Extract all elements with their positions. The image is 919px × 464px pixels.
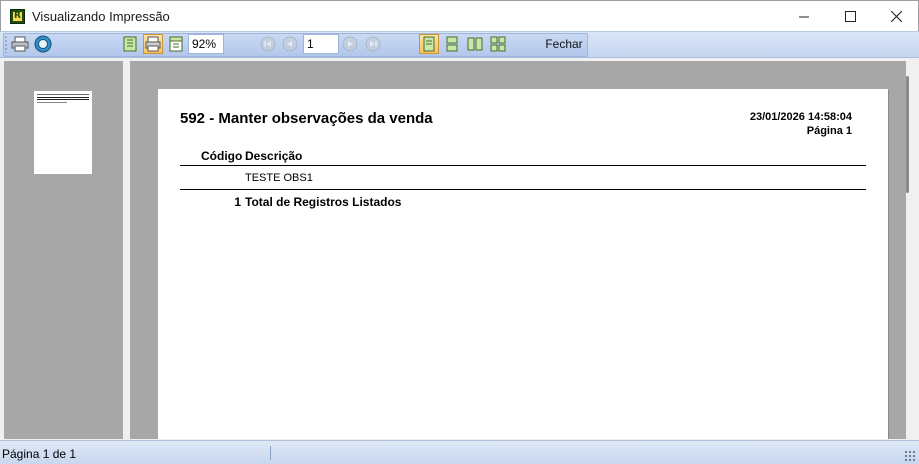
report-datetime: 23/01/2026 14:58:04	[749, 111, 852, 123]
status-separator	[270, 446, 271, 460]
print-preview-button[interactable]	[143, 34, 163, 54]
column-header-codigo: Código	[201, 149, 243, 163]
four-page-icon	[490, 36, 506, 52]
window-title: Visualizando Impressão	[32, 9, 170, 24]
report-page: 592 - Manter observações da venda 23/01/…	[158, 89, 888, 439]
report-page-number: Página 1	[806, 125, 852, 137]
page-number-input[interactable]: 1	[303, 34, 339, 54]
next-page-button[interactable]	[340, 34, 360, 54]
toolbar-grip[interactable]	[5, 35, 7, 53]
close-button[interactable]	[873, 1, 919, 32]
scrollbar-thumb[interactable]	[906, 76, 909, 193]
resize-grip[interactable]	[904, 450, 916, 462]
page-view-button[interactable]	[120, 34, 140, 54]
total-label: Total de Registros Listados	[245, 195, 402, 209]
title-bar: R Visualizando Impressão	[0, 0, 919, 31]
two-page-horizontal-button[interactable]	[465, 34, 485, 54]
app-logo-icon: R	[10, 9, 25, 24]
total-count: 1	[234, 195, 241, 209]
two-page-horizontal-icon	[467, 37, 483, 51]
total-rule	[180, 189, 866, 190]
page-width-icon	[169, 36, 183, 52]
last-page-icon	[365, 36, 381, 52]
column-header-descricao: Descrição	[245, 149, 303, 163]
report-title: 592 - Manter observações da venda	[180, 110, 433, 127]
table-row-descricao: TESTE OBS1	[245, 172, 313, 184]
minimize-button[interactable]	[781, 1, 827, 32]
maximize-icon	[844, 11, 856, 22]
thumb-title-line	[37, 94, 89, 95]
page-width-button[interactable]	[166, 34, 186, 54]
thumb-rule	[37, 99, 89, 100]
two-page-vertical-icon	[446, 36, 458, 52]
printer-icon	[11, 36, 29, 52]
maximize-button[interactable]	[827, 1, 873, 32]
fechar-button[interactable]: Fechar	[541, 34, 587, 54]
close-icon	[890, 11, 902, 22]
status-page-info: Página 1 de 1	[2, 447, 77, 461]
export-button[interactable]	[33, 34, 53, 54]
single-page-icon	[423, 36, 435, 52]
single-page-button[interactable]	[419, 34, 439, 54]
header-rule	[180, 165, 866, 166]
print-button[interactable]	[10, 34, 30, 54]
preview-area[interactable]: 592 - Manter observações da venda 23/01/…	[130, 61, 906, 439]
prev-page-button[interactable]	[280, 34, 300, 54]
last-page-button[interactable]	[363, 34, 383, 54]
four-page-button[interactable]	[488, 34, 508, 54]
first-page-icon	[260, 36, 276, 52]
thumb-rule	[37, 97, 89, 98]
minimize-icon	[798, 16, 809, 18]
two-page-vertical-button[interactable]	[442, 34, 462, 54]
zoom-input[interactable]: 92%	[188, 34, 224, 54]
next-page-icon	[342, 36, 358, 52]
prev-page-icon	[282, 36, 298, 52]
status-bar: Página 1 de 1	[0, 440, 919, 464]
globe-icon	[34, 35, 52, 53]
app-logo-letter: R	[13, 11, 22, 21]
first-page-button[interactable]	[258, 34, 278, 54]
print-preview-icon	[145, 36, 161, 52]
thumbnail-panel	[4, 61, 123, 439]
page-thumbnail[interactable]	[34, 91, 92, 174]
thumb-text-line	[37, 102, 67, 103]
page-view-icon	[123, 36, 137, 52]
